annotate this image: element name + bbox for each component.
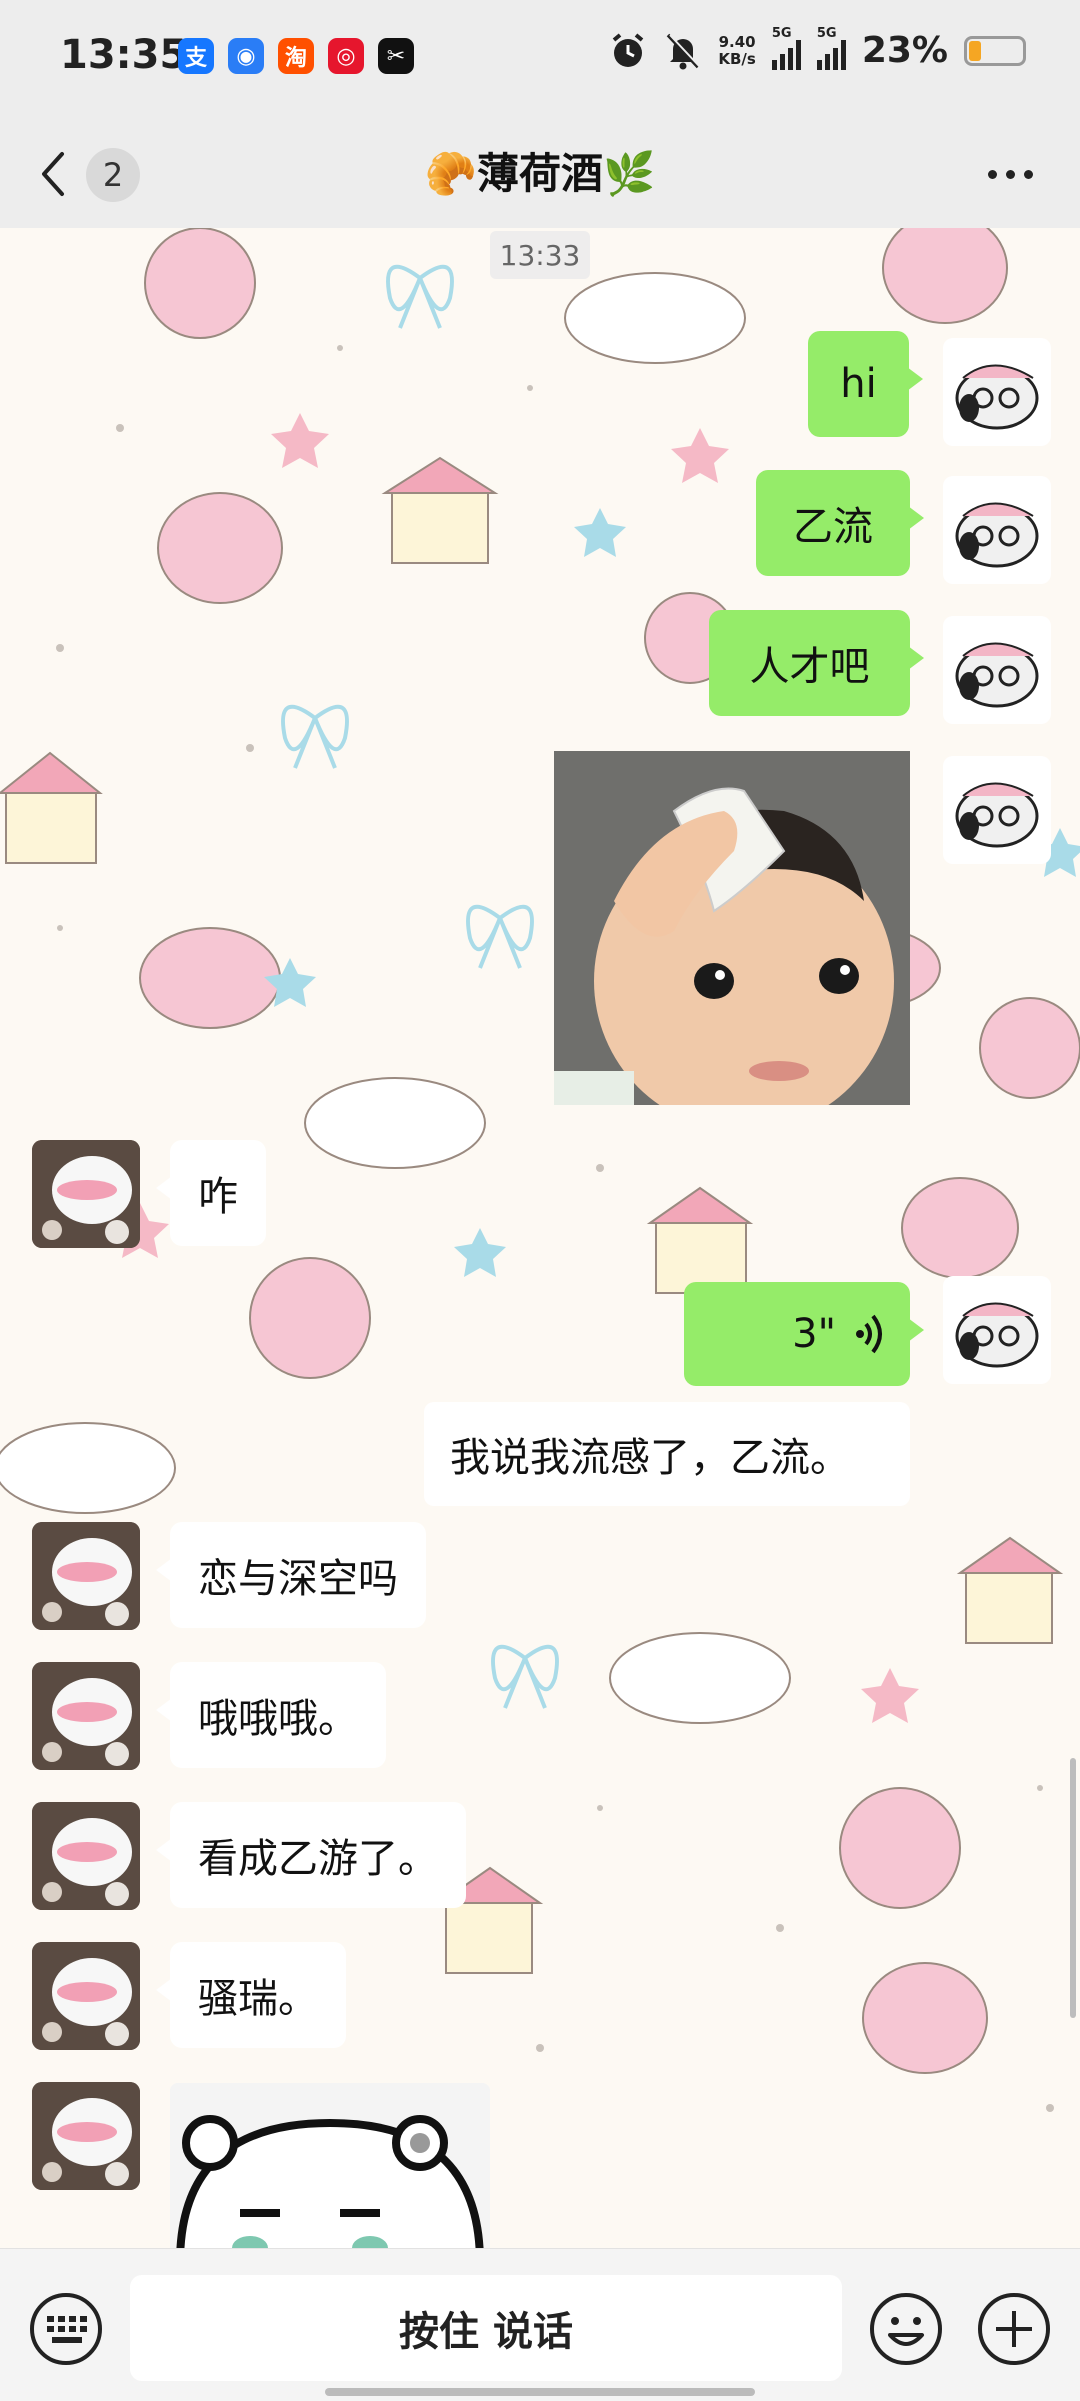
contact-avatar[interactable] (32, 2082, 140, 2190)
chat-title: 🥐薄荷酒🌿 (424, 149, 656, 198)
message-timestamp: 13:33 (490, 231, 590, 279)
home-indicator[interactable] (325, 2388, 755, 2396)
contact-message-bubble[interactable]: 看成乙游了。 (156, 1802, 466, 1908)
my-message-bubble[interactable]: 人才吧 (709, 610, 924, 716)
voice-duration: 3" (792, 1311, 836, 1357)
my-message-bubble[interactable]: 乙流 (756, 470, 924, 576)
network-speed: 9.40 KB/s (718, 32, 756, 68)
emoji-button[interactable] (868, 2291, 944, 2367)
notification-app-icons: 支 ◉ 淘 ◎ ✂ (178, 38, 414, 74)
more-options-button[interactable] (974, 150, 1046, 198)
network-type-label-2: 5G (816, 25, 837, 41)
contact-avatar[interactable] (32, 1942, 140, 2050)
mute-bell-icon (667, 33, 702, 69)
voice-transcript[interactable]: 我说我流感了，乙流。 (424, 1402, 910, 1506)
chat-header: 2 🥐薄荷酒🌿 (0, 120, 1080, 228)
my-avatar[interactable] (943, 616, 1051, 724)
network-speed-unit: KB/s (718, 49, 756, 68)
contact-message-bubble[interactable]: 咋 (156, 1140, 266, 1246)
voice-wave-icon (856, 1314, 882, 1354)
contact-avatar[interactable] (32, 1140, 140, 1248)
weibo-app-icon: ◎ (328, 38, 364, 74)
capcut-app-icon: ✂ (378, 38, 414, 74)
chat-input-bar: 按住 说话 (0, 2248, 1080, 2401)
contact-message-bubble[interactable]: 恋与深空吗 (156, 1522, 426, 1628)
my-avatar[interactable] (943, 338, 1051, 446)
contact-avatar[interactable] (32, 1662, 140, 1770)
taobao-app-icon: 淘 (278, 38, 314, 74)
contact-avatar[interactable] (32, 1802, 140, 1910)
battery-percent: 23% (861, 30, 948, 71)
signal-strength-icon: 5G (771, 26, 801, 70)
more-dots-icon (987, 169, 997, 179)
network-type-label: 5G (771, 25, 792, 41)
my-avatar[interactable] (943, 476, 1051, 584)
alarm-icon (613, 32, 644, 67)
contact-message-bubble[interactable]: 骚瑞。 (156, 1942, 346, 2048)
alipay-app-icon: 支 (178, 38, 214, 74)
status-bar: 13:35 支 ◉ 淘 ◎ ✂ 9.40 KB/s 5G 5G 23% (0, 0, 1080, 120)
network-speed-value: 9.40 (718, 32, 756, 51)
signal-strength-icon-2: 5G (816, 26, 846, 70)
bear-sticker-message[interactable] (170, 2083, 490, 2248)
contact-avatar[interactable] (32, 1522, 140, 1630)
my-avatar[interactable] (943, 1276, 1051, 1384)
voice-message-bubble[interactable]: 3" (684, 1282, 924, 1386)
wallpaper-pattern (0, 228, 1080, 2112)
chat-app-icon: ◉ (228, 38, 264, 74)
plus-icon (978, 2293, 1050, 2365)
baby-photo-message[interactable] (554, 751, 910, 1105)
chat-messages-area[interactable]: 13:33 hi 乙流 人才吧 咋 3" 我说我流感了，乙流。 恋与深空吗 哦哦… (0, 228, 1080, 2248)
hold-to-talk-button[interactable]: 按住 说话 (130, 2275, 842, 2381)
my-avatar[interactable] (943, 756, 1051, 864)
contact-message-bubble[interactable]: 哦哦哦。 (156, 1662, 386, 1768)
status-time: 13:35 (60, 32, 188, 78)
more-actions-button[interactable] (976, 2291, 1052, 2367)
keyboard-icon (30, 2293, 102, 2365)
emoji-icon (870, 2293, 942, 2365)
battery-icon (964, 35, 1026, 66)
chat-scrollbar[interactable] (1070, 1758, 1076, 2018)
my-message-bubble[interactable]: hi (808, 331, 923, 437)
status-right-icons: 9.40 KB/s 5G 5G 23% (608, 26, 1026, 71)
keyboard-toggle-button[interactable] (28, 2291, 104, 2367)
